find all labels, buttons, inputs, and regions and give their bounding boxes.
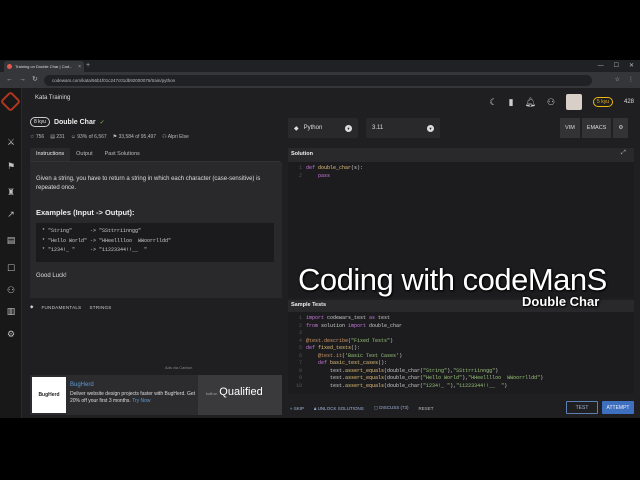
page-title: Kata Training xyxy=(35,95,71,101)
kata-stats: ☆ 756 ▤ 231 ☺ 93% of 6,567 ⚑ 33,584 of 9… xyxy=(30,134,189,140)
ad-label[interactable]: Ads via Carbon xyxy=(165,365,192,370)
panel-tabs: Instructions Output Past Solutions xyxy=(30,148,280,162)
ad-logo[interactable]: BugHerd xyxy=(32,377,66,413)
reload-icon[interactable]: ↻ xyxy=(32,75,38,85)
expand-icon[interactable]: ⤢ xyxy=(621,150,626,157)
kata-header: 8 kyu Double Char ✓ xyxy=(30,117,105,127)
honor-count: 428 xyxy=(623,99,634,105)
leaders-icon[interactable]: ♜ xyxy=(5,186,17,198)
language-select[interactable]: ◆ Python ▼ xyxy=(288,118,358,138)
tab-past-solutions[interactable]: Past Solutions xyxy=(99,148,146,161)
settings-icon[interactable]: ⚙ xyxy=(613,118,629,138)
tag-strings[interactable]: STRINGS xyxy=(90,305,112,310)
notifications-icon[interactable]: 🔔︎ xyxy=(525,97,536,108)
language-value: Python xyxy=(303,125,323,131)
close-tab-icon[interactable]: × xyxy=(78,64,81,70)
closing-text: Good Luck! xyxy=(36,273,67,279)
stat-collections[interactable]: ▤ 231 xyxy=(50,134,64,140)
tab-title: Training on Double Char | Cod... xyxy=(15,64,73,69)
window-controls: — ☐ ✕ xyxy=(598,61,634,71)
skip-button[interactable]: » SKIP xyxy=(290,406,304,411)
browser-tab[interactable]: Training on Double Char | Cod... × xyxy=(4,61,84,72)
community-icon[interactable]: ⚇ xyxy=(5,284,17,296)
chevron-down-icon: ▼ xyxy=(345,124,352,132)
minimize-icon[interactable]: — xyxy=(598,61,604,71)
emacs-button[interactable]: EMACS xyxy=(581,118,612,138)
example-line: * "1234!_ " -> "11223344!!__ " xyxy=(42,247,148,253)
watermark-subtitle: Double Char xyxy=(522,294,600,309)
sample-tests-label: Sample Tests xyxy=(291,302,327,308)
bookmark-icon[interactable]: ▮ xyxy=(509,97,514,108)
user-icon[interactable]: ⚇ xyxy=(547,97,555,108)
sponsor-prefix: built on xyxy=(206,392,218,396)
new-tab-icon[interactable]: + xyxy=(86,61,90,71)
watermark-title: Coding with codeManS xyxy=(298,262,607,297)
example-line: * "String" -> "SSttrriinngg" xyxy=(42,228,142,234)
settings-icon[interactable]: ⚙ xyxy=(5,328,17,340)
sample-tests-editor[interactable]: 1 import codewars_test as test 2 from solu… xyxy=(288,312,634,394)
kata-rank-badge: 8 kyu xyxy=(30,117,50,127)
trend-icon[interactable]: ↗ xyxy=(5,208,17,220)
solution-header xyxy=(288,148,634,162)
close-window-icon[interactable]: ✕ xyxy=(629,61,634,71)
browser-menu-icon[interactable]: ⋮ xyxy=(628,75,634,85)
version-value: 3.11 xyxy=(372,125,384,131)
discuss-icon[interactable]: ▤ xyxy=(5,234,17,246)
attempt-button[interactable]: ATTEMPT xyxy=(602,401,634,414)
browser-tab-bar xyxy=(0,60,640,72)
sponsor-name: Qualified xyxy=(219,386,263,398)
browser-actions: ☆ ⋮ xyxy=(615,75,634,85)
maximize-icon[interactable]: ☐ xyxy=(614,61,619,71)
examples-code-block: * "String" -> "SSttrriinngg" * "Hello Wo… xyxy=(36,223,274,262)
stat-satisfaction: ☺ 93% of 6,567 xyxy=(70,134,107,140)
test-button[interactable]: TEST xyxy=(566,401,598,414)
practice-icon[interactable]: ⚔ xyxy=(5,136,17,148)
user-rank-badge: 5 kyu xyxy=(593,97,613,107)
user-menu: ☾ ▮ 🔔︎ ⚇ 5 kyu 428 xyxy=(489,94,634,110)
examples-heading: Examples (Input -> Output): xyxy=(36,208,135,217)
browser-nav: ← → ↻ xyxy=(6,75,38,85)
python-icon: ◆ xyxy=(294,125,299,132)
chevron-down-icon: ▼ xyxy=(427,124,434,132)
verified-icon: ✓ xyxy=(99,119,105,126)
unlock-solutions-button[interactable]: 🔒︎ UNLOCK SOLUTIONS xyxy=(314,406,364,411)
url-input[interactable]: codewars.com/kata/56b1f01c247c01db920000… xyxy=(44,75,592,86)
tab-instructions[interactable]: Instructions xyxy=(30,148,71,161)
forward-icon[interactable]: → xyxy=(19,75,26,85)
editor-mode-toggle: VIM EMACS ⚙ xyxy=(560,118,632,138)
reset-button[interactable]: RESET xyxy=(418,406,433,411)
ad-title[interactable]: BugHerd xyxy=(70,382,94,388)
tag-fundamentals[interactable]: FUNDAMENTALS xyxy=(41,305,81,310)
stat-stars[interactable]: ☆ 756 xyxy=(30,134,44,140)
chat-icon[interactable]: ☐ xyxy=(5,262,17,274)
kata-tags: ◆ FUNDAMENTALS STRINGS xyxy=(30,304,280,310)
kata-title: Double Char xyxy=(53,118,96,126)
stat-author[interactable]: ⚇ Alpri Else xyxy=(162,134,189,140)
version-select[interactable]: 3.11 ▼ xyxy=(366,118,440,138)
dark-mode-icon[interactable]: ☾ xyxy=(489,97,497,108)
sponsor-logo[interactable]: built on Qualified xyxy=(206,386,263,398)
tag-icon: ◆ xyxy=(30,304,34,309)
avatar[interactable] xyxy=(566,94,583,110)
docs-icon[interactable]: ▥ xyxy=(5,305,17,317)
solution-label: Solution xyxy=(291,151,313,157)
back-icon[interactable]: ← xyxy=(6,75,13,85)
example-line: * "Hello World" -> "HHeelllloo WWoorrlld… xyxy=(42,237,172,244)
compete-icon[interactable]: ⚑ xyxy=(5,160,17,172)
ad-body: Deliver website design projects faster w… xyxy=(70,391,196,405)
bookmark-star-icon[interactable]: ☆ xyxy=(615,75,620,85)
vim-button[interactable]: VIM xyxy=(560,118,580,138)
tab-output[interactable]: Output xyxy=(70,148,99,161)
description-text: Given a string, you have to return a str… xyxy=(36,176,261,191)
discuss-button[interactable]: ▢ DISCUSS (73) xyxy=(374,405,409,411)
favicon-icon xyxy=(7,64,12,69)
stat-completions: ⚑ 33,584 of 95,497 xyxy=(112,134,157,140)
ad-cta-link[interactable]: Try Now xyxy=(132,398,150,404)
